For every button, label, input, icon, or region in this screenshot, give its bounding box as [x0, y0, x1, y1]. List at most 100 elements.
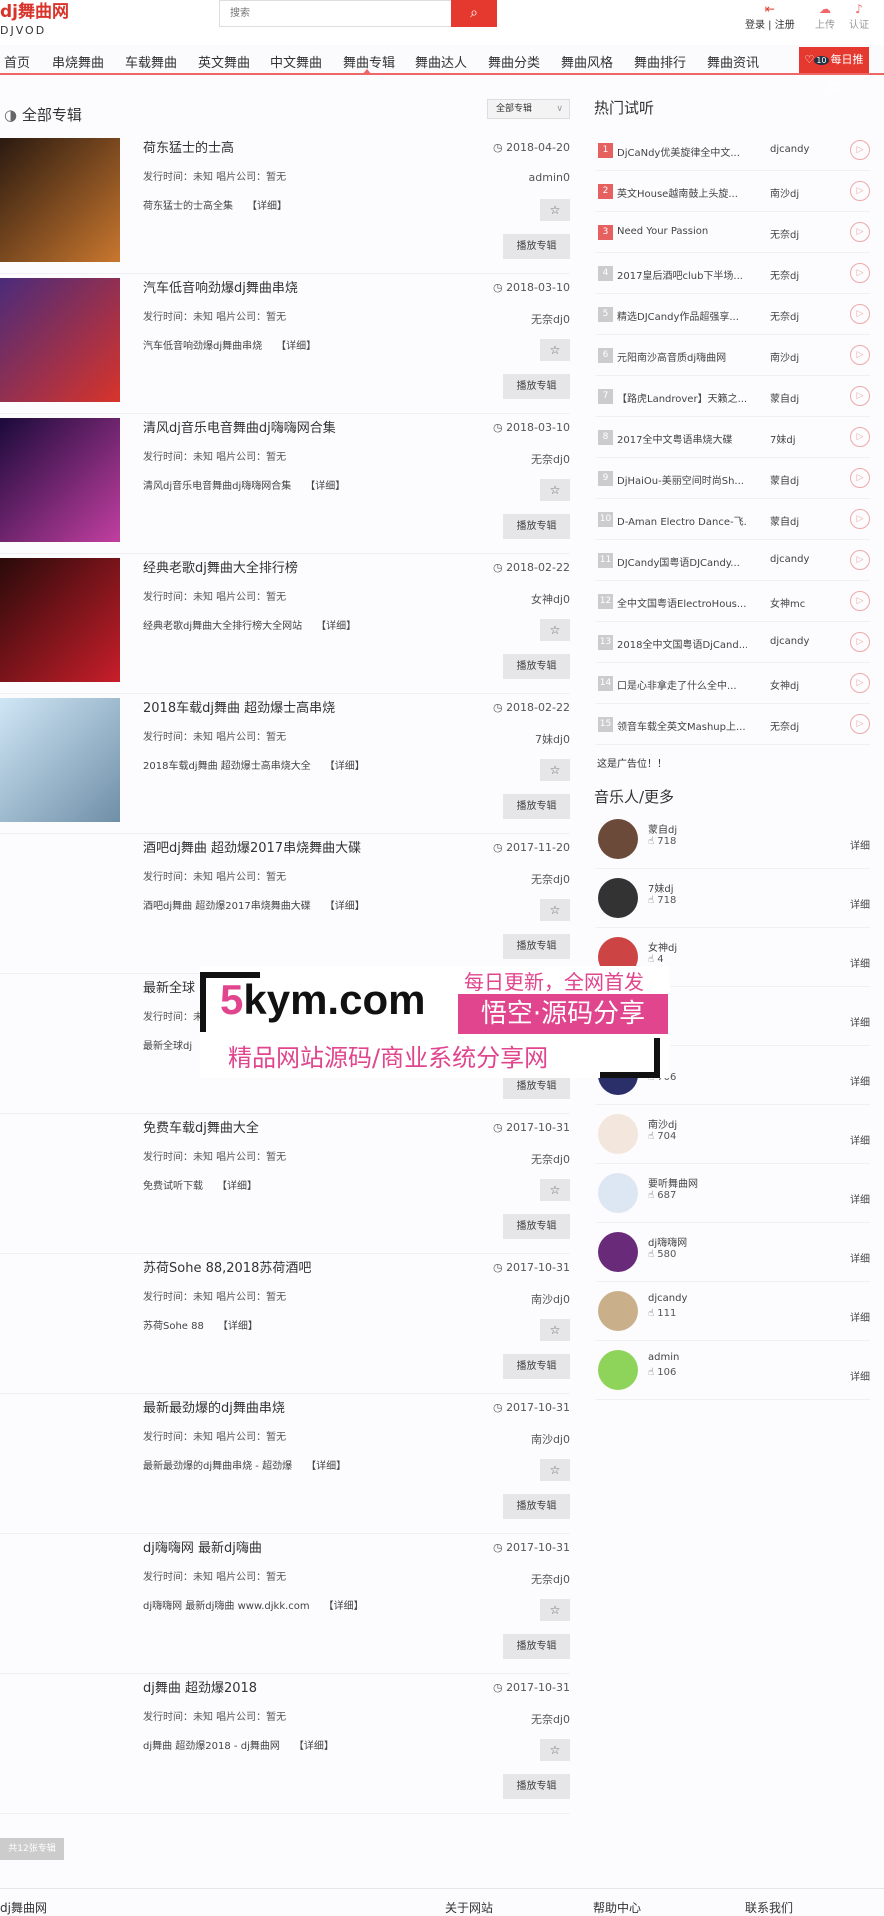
favorite-button[interactable]: ☆ [540, 1739, 570, 1761]
footer-about[interactable]: 关于网站 [445, 1899, 493, 1916]
hot-item[interactable]: 1 DjCaNdy优美旋律全中文... djcandy ▷ [596, 130, 870, 171]
track-artist[interactable]: 无奈dj [770, 308, 799, 323]
hot-item[interactable]: 6 元阳南沙高音质dj嗨曲网 南沙dj ▷ [596, 335, 870, 376]
musician-name[interactable]: dj嗨嗨网 [648, 1234, 687, 1249]
album-author[interactable]: 无奈dj0 [531, 1571, 570, 1587]
track-title[interactable]: 2017全中文粤语串烧大碟 [617, 431, 747, 446]
album-author[interactable]: 南沙dj0 [531, 1431, 570, 1447]
musician-name[interactable]: 要听舞曲网 [648, 1175, 698, 1190]
hot-item[interactable]: 15 领音车载全英文Mashup上... 无奈dj ▷ [596, 704, 870, 745]
album-title[interactable]: 清风dj音乐电音舞曲dj嗨嗨网合集 [143, 417, 336, 436]
track-artist[interactable]: djcandy [770, 144, 809, 155]
hot-item[interactable]: 8 2017全中文粤语串烧大碟 7妹dj ▷ [596, 417, 870, 458]
hot-item[interactable]: 13 2018全中文国粤语DjCand... djcandy ▷ [596, 622, 870, 663]
play-icon[interactable]: ▷ [850, 304, 870, 324]
search-button[interactable]: ⌕ [451, 0, 497, 27]
hot-item[interactable]: 10 D-Aman Electro Dance-飞... 蒙自dj ▷ [596, 499, 870, 540]
upload-button[interactable]: ☁ 上传 [815, 2, 835, 31]
hot-item[interactable]: 5 精选DJCandy作品超强享... 无奈dj ▷ [596, 294, 870, 335]
play-icon[interactable]: ▷ [850, 427, 870, 447]
nav-item[interactable]: 串烧舞曲 [52, 52, 104, 71]
album-detail-link[interactable]: 【详细】 [218, 1321, 258, 1332]
album-detail-link[interactable]: 【详细】 [324, 1601, 364, 1612]
play-album-button[interactable]: 播放专辑 [503, 514, 570, 539]
musician-name[interactable]: 蒙自dj [648, 821, 677, 836]
hot-item[interactable]: 7 【路虎Landrover】天籁之... 蒙自dj ▷ [596, 376, 870, 417]
play-album-button[interactable]: 播放专辑 [503, 934, 570, 959]
track-artist[interactable]: 7妹dj [770, 431, 796, 446]
nav-item[interactable]: 中文舞曲 [270, 52, 322, 71]
album-title[interactable]: 2018车载dj舞曲 超劲爆士高串烧 [143, 697, 335, 716]
favorite-button[interactable]: ☆ [540, 899, 570, 921]
nav-item[interactable]: 首页 [4, 52, 30, 71]
track-title[interactable]: DjHaiOu-美丽空间时尚Sh... [617, 472, 747, 487]
musician-name[interactable]: 南沙dj [648, 1116, 677, 1131]
favorite-button[interactable]: ☆ [540, 759, 570, 781]
favorite-button[interactable]: ☆ [540, 199, 570, 221]
ad-slot[interactable]: 这是广告位！！ [597, 755, 667, 770]
play-icon[interactable]: ▷ [850, 550, 870, 570]
album-title[interactable]: dj舞曲 超劲爆2018 [143, 1677, 257, 1696]
album-detail-link[interactable]: 【详细】 [316, 621, 356, 632]
track-artist[interactable]: 女神mc [770, 595, 805, 610]
album-cover[interactable] [0, 418, 120, 542]
play-icon[interactable]: ▷ [850, 345, 870, 365]
musician-name[interactable]: admin [648, 1352, 679, 1363]
avatar[interactable] [598, 819, 638, 859]
musician-detail-link[interactable]: 详细 [850, 1014, 870, 1029]
album-cover[interactable] [0, 558, 120, 682]
avatar[interactable] [598, 1114, 638, 1154]
album-title[interactable]: 苏荷Sohe 88,2018苏荷酒吧 [143, 1257, 311, 1276]
hot-item[interactable]: 3 Need Your Passion 无奈dj ▷ [596, 212, 870, 253]
favorite-button[interactable]: ☆ [540, 1599, 570, 1621]
album-title[interactable]: 汽车低音响劲爆dj舞曲串烧 [143, 277, 298, 296]
play-icon[interactable]: ▷ [850, 386, 870, 406]
album-author[interactable]: 女神dj0 [531, 591, 570, 607]
play-album-button[interactable]: 播放专辑 [503, 1494, 570, 1519]
musician-name[interactable]: 7妹dj [648, 880, 674, 895]
album-detail-link[interactable]: 【详细】 [276, 341, 316, 352]
hot-item[interactable]: 4 2017皇后酒吧club下半场... 无奈dj ▷ [596, 253, 870, 294]
track-artist[interactable]: 女神dj [770, 677, 799, 692]
logo[interactable]: dj舞曲网 [0, 2, 69, 22]
avatar[interactable] [598, 878, 638, 918]
search-input[interactable] [220, 1, 460, 26]
play-album-button[interactable]: 播放专辑 [503, 654, 570, 679]
nav-item[interactable]: 车载舞曲 [125, 52, 177, 71]
track-title[interactable]: 全中文国粤语ElectroHous... [617, 595, 747, 610]
album-detail-link[interactable]: 【详细】 [217, 1181, 257, 1192]
album-title[interactable]: 最新最劲爆的dj舞曲串烧 [143, 1397, 285, 1416]
play-icon[interactable]: ▷ [850, 468, 870, 488]
track-artist[interactable]: djcandy [770, 554, 809, 565]
favorite-button[interactable]: ☆ [540, 339, 570, 361]
track-artist[interactable]: 南沙dj [770, 349, 799, 364]
track-title[interactable]: DJCandy国粤语DJCandy... [617, 554, 747, 569]
nav-item[interactable]: 舞曲专辑 [343, 52, 395, 71]
album-title[interactable]: 最新全球 [143, 977, 195, 996]
track-artist[interactable]: 南沙dj [770, 185, 799, 200]
hot-item[interactable]: 14 口是心非拿走了什么全中... 女神dj ▷ [596, 663, 870, 704]
track-title[interactable]: DjCaNdy优美旋律全中文... [617, 144, 747, 159]
musician-detail-link[interactable]: 详细 [850, 1132, 870, 1147]
play-album-button[interactable]: 播放专辑 [503, 374, 570, 399]
hot-item[interactable]: 12 全中文国粤语ElectroHous... 女神mc ▷ [596, 581, 870, 622]
track-artist[interactable]: 无奈dj [770, 226, 799, 241]
hot-item[interactable]: 2 英文House越南鼓上头旋... 南沙dj ▷ [596, 171, 870, 212]
album-author[interactable]: 无奈dj0 [531, 1151, 570, 1167]
play-icon[interactable]: ▷ [850, 263, 870, 283]
favorite-button[interactable]: ☆ [540, 1319, 570, 1341]
track-artist[interactable]: djcandy [770, 636, 809, 647]
verify-button[interactable]: ♪ 认证 [849, 2, 869, 31]
play-icon[interactable]: ▷ [850, 714, 870, 734]
track-title[interactable]: 精选DJCandy作品超强享... [617, 308, 747, 323]
nav-item[interactable]: 舞曲资讯 [707, 52, 759, 71]
album-author[interactable]: 无奈dj0 [531, 1711, 570, 1727]
musician-detail-link[interactable]: 详细 [850, 896, 870, 911]
musician-name[interactable]: 女神dj [648, 939, 677, 954]
track-title[interactable]: 口是心非拿走了什么全中... [617, 677, 747, 692]
track-title[interactable]: 【路虎Landrover】天籁之... [617, 390, 747, 405]
play-icon[interactable]: ▷ [850, 140, 870, 160]
album-author[interactable]: 无奈dj0 [531, 311, 570, 327]
album-detail-link[interactable]: 【详细】 [325, 901, 365, 912]
favorite-button[interactable]: ☆ [540, 479, 570, 501]
